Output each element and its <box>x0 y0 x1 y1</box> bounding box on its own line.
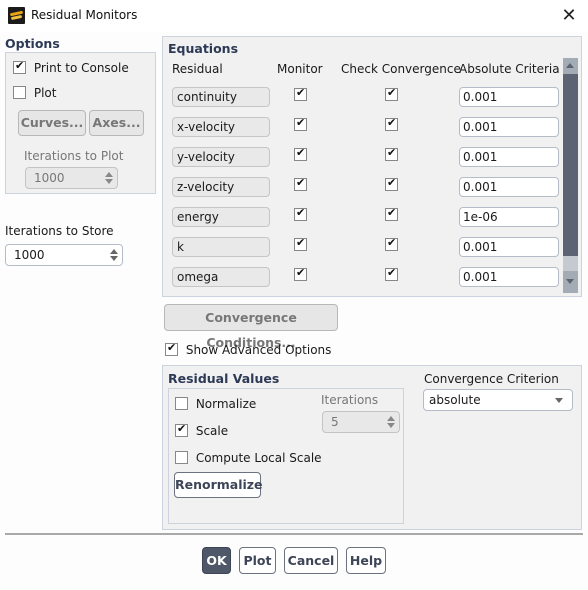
cancel-button[interactable]: Cancel <box>284 547 338 574</box>
scale-check[interactable] <box>175 422 188 437</box>
iterations-to-plot-value: 1000 <box>34 171 65 185</box>
compute-local-scale-checkbox[interactable]: Compute Local Scale <box>175 450 322 465</box>
renormalize-button[interactable]: Renormalize <box>174 472 263 498</box>
equations-heading: Equations <box>168 41 239 56</box>
monitor-checkbox[interactable] <box>294 146 307 161</box>
help-button[interactable]: Help <box>346 547 386 574</box>
monitor-checkbox[interactable] <box>294 236 307 251</box>
spin-down-icon[interactable] <box>105 179 113 184</box>
iterations-to-store-spinner[interactable]: 1000 <box>5 244 123 266</box>
iterations-value: 5 <box>331 415 339 429</box>
spin-down-icon[interactable] <box>110 256 118 261</box>
title-bar: Residual Monitors ✕ <box>0 0 588 32</box>
column-header-check-convergence: Check Convergence <box>341 62 461 76</box>
absolute-criteria-input[interactable]: 0.001 <box>459 177 559 197</box>
residual-name: continuity <box>172 87 270 107</box>
plot-button[interactable]: Plot <box>239 547 276 574</box>
scale-checkbox[interactable]: Scale <box>175 422 229 438</box>
curves-button[interactable]: Curves... <box>18 110 86 136</box>
check-convergence-checkbox[interactable] <box>385 206 398 221</box>
scroll-up-icon[interactable] <box>563 58 578 74</box>
scale-label: Scale <box>195 423 229 438</box>
fluent-app-icon <box>8 7 25 24</box>
residual-name: x-velocity <box>172 117 270 137</box>
monitor-checkbox[interactable] <box>294 266 307 281</box>
column-header-residual: Residual <box>172 62 223 76</box>
iterations-spinner[interactable]: 5 <box>322 411 400 433</box>
absolute-criteria-input[interactable]: 0.001 <box>459 87 559 107</box>
residual-values-group: Normalize Scale Compute Local Scale Reno… <box>168 388 404 524</box>
residual-name: z-velocity <box>172 177 270 197</box>
options-group: Print to Console Plot Curves... Axes... … <box>5 52 156 194</box>
monitor-checkbox[interactable] <box>294 86 307 101</box>
print-to-console-label: Print to Console <box>33 60 129 75</box>
spin-up-icon[interactable] <box>110 249 118 254</box>
convergence-criterion-label: Convergence Criterion <box>424 372 559 386</box>
residual-name: y-velocity <box>172 147 270 167</box>
show-advanced-options-label: Show Advanced Options <box>185 342 332 357</box>
iterations-to-plot-spinner[interactable]: 1000 <box>25 167 118 189</box>
ok-button[interactable]: OK <box>202 547 231 574</box>
residual-name: k <box>172 237 270 257</box>
scroll-down-icon[interactable] <box>563 271 578 293</box>
monitor-checkbox[interactable] <box>294 176 307 191</box>
spin-down-icon[interactable] <box>387 423 395 428</box>
absolute-criteria-input[interactable]: 1e-06 <box>459 207 559 227</box>
compute-local-scale-check[interactable] <box>175 451 188 464</box>
check-convergence-checkbox[interactable] <box>385 176 398 191</box>
convergence-criterion-dropdown[interactable]: absolute <box>423 389 573 411</box>
check-convergence-checkbox[interactable] <box>385 86 398 101</box>
footer-separator <box>5 533 583 535</box>
plot-checkbox[interactable]: Plot <box>13 85 56 100</box>
monitor-checkbox[interactable] <box>294 206 307 221</box>
convergence-criterion-value: absolute <box>429 393 481 407</box>
compute-local-scale-label: Compute Local Scale <box>195 450 322 465</box>
monitor-checkbox[interactable] <box>294 116 307 131</box>
absolute-criteria-input[interactable]: 0.001 <box>459 147 559 167</box>
residual-name: omega <box>172 267 270 287</box>
check-convergence-checkbox[interactable] <box>385 266 398 281</box>
close-icon[interactable]: ✕ <box>554 2 584 30</box>
options-heading: Options <box>5 36 60 51</box>
plot-check[interactable] <box>13 86 26 99</box>
iterations-to-plot-label: Iterations to Plot <box>24 149 124 163</box>
window-title: Residual Monitors <box>31 8 138 22</box>
residual-values-heading: Residual Values <box>168 371 280 386</box>
axes-button[interactable]: Axes... <box>89 110 144 136</box>
scroll-thumb[interactable] <box>563 74 578 256</box>
column-header-absolute-criteria: Absolute Criteria <box>459 62 560 76</box>
equations-scrollbar[interactable] <box>563 58 578 293</box>
normalize-check[interactable] <box>175 397 188 410</box>
spin-up-icon[interactable] <box>105 172 113 177</box>
absolute-criteria-input[interactable]: 0.001 <box>459 237 559 257</box>
normalize-checkbox[interactable]: Normalize <box>175 396 256 411</box>
check-convergence-checkbox[interactable] <box>385 146 398 161</box>
equations-group: Equations Residual Monitor Check Converg… <box>162 36 582 297</box>
check-convergence-checkbox[interactable] <box>385 236 398 251</box>
iterations-label: Iterations <box>321 393 379 407</box>
plot-label: Plot <box>33 85 57 100</box>
spin-up-icon[interactable] <box>387 416 395 421</box>
convergence-conditions-button[interactable]: Convergence Conditions... <box>164 304 338 350</box>
print-to-console-check[interactable] <box>13 59 26 74</box>
check-convergence-checkbox[interactable] <box>385 116 398 131</box>
show-advanced-options-check[interactable] <box>165 341 178 356</box>
absolute-criteria-input[interactable]: 0.001 <box>459 267 559 287</box>
column-header-monitor: Monitor <box>277 62 323 76</box>
show-advanced-options-checkbox[interactable]: Show Advanced Options <box>165 341 332 357</box>
chevron-down-icon[interactable] <box>555 398 563 403</box>
normalize-label: Normalize <box>195 396 257 411</box>
print-to-console-checkbox[interactable]: Print to Console <box>13 59 129 75</box>
iterations-to-store-value: 1000 <box>14 248 45 262</box>
absolute-criteria-input[interactable]: 0.001 <box>459 117 559 137</box>
residual-name: energy <box>172 207 270 227</box>
iterations-to-store-label: Iterations to Store <box>5 224 114 238</box>
